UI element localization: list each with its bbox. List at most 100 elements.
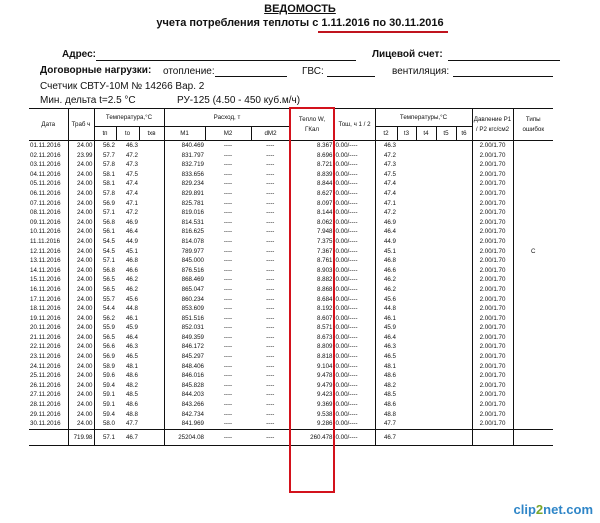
cell-date: 22.11.2016 <box>29 342 69 353</box>
header-error-types: Типы ошибок <box>513 108 553 141</box>
cell-t4 <box>416 342 436 352</box>
cell-txv <box>139 246 165 257</box>
cell-errors <box>513 151 553 161</box>
cell-txv <box>139 188 165 199</box>
cell-txv <box>139 342 165 353</box>
total-t4 <box>416 428 436 446</box>
cell-t2: 45.1 <box>383 247 396 255</box>
cell-t5 <box>436 247 456 257</box>
cell-t4 <box>416 237 436 247</box>
cell-txv <box>139 304 165 314</box>
cell-errors: С <box>531 247 536 255</box>
cell-t5 <box>436 381 456 391</box>
cell-date: 19.11.2016 <box>29 313 69 324</box>
cell-m2: ---- <box>223 353 233 361</box>
cell-t4 <box>416 227 436 237</box>
ventilation-field-line <box>453 76 553 77</box>
cell-t2: 47.2 <box>383 151 396 159</box>
cell-pressure: 2.00/1.70 <box>472 236 514 247</box>
cell-t4 <box>416 179 436 189</box>
cell-t5 <box>436 342 456 352</box>
cell-tosh: 0.00/---- <box>334 409 376 420</box>
cell-t2: 46.4 <box>383 228 396 236</box>
cell-t6 <box>456 227 473 237</box>
cell-t4 <box>416 285 436 295</box>
cell-tosh: 0.00/---- <box>334 169 376 180</box>
total-tp: 57.1 <box>94 428 116 446</box>
cell-t4 <box>416 295 436 305</box>
header-pressure: Давление P1 / P2 кгс/см2 <box>472 108 514 141</box>
cell-dm2: ---- <box>251 361 291 372</box>
contract-loads-label: Договорные нагрузки: <box>40 65 152 76</box>
cell-t2: 47.7 <box>383 420 396 428</box>
header-dm2: dM2 <box>251 126 291 141</box>
cell-t6 <box>456 400 473 410</box>
cell-m1: 845.297 <box>181 353 204 361</box>
account-field-line <box>448 60 560 61</box>
cell-errors <box>513 227 553 237</box>
cell-tosh: 0.00/---- <box>334 390 376 401</box>
cell-pressure: 2.00/1.70 <box>472 304 514 314</box>
cell-t3 <box>397 151 416 161</box>
cell-tosh: 0.00/---- <box>334 352 376 362</box>
cell-m2: ---- <box>223 276 233 284</box>
cell-trab: 24.00 <box>68 371 95 381</box>
cell-pressure: 2.00/1.70 <box>472 227 514 237</box>
header-t5: t5 <box>436 126 457 141</box>
cell-pressure: 2.00/1.70 <box>472 323 514 333</box>
cell-to: 48.6 <box>125 372 138 380</box>
cell-t3 <box>397 208 416 218</box>
cell-t3 <box>397 381 416 391</box>
cell-m2: ---- <box>223 305 233 313</box>
cell-m2: ---- <box>223 142 233 149</box>
cell-trab: 24.00 <box>68 256 95 266</box>
cell-date: 04.11.2016 <box>29 169 69 180</box>
cell-m2: ---- <box>223 410 233 418</box>
cell-m2: ---- <box>223 285 233 293</box>
cell-t6 <box>456 236 473 247</box>
cell-errors <box>513 400 553 410</box>
cell-errors <box>513 342 553 352</box>
cell-tp: 56.5 <box>102 285 115 293</box>
cell-t3 <box>397 237 416 247</box>
cell-txv <box>139 179 165 189</box>
cell-pressure: 2.00/1.70 <box>472 361 514 372</box>
header-tp: tп <box>94 126 117 141</box>
cell-t4 <box>416 218 436 228</box>
cell-date: 05.11.2016 <box>29 179 69 189</box>
cell-trab: 24.00 <box>68 284 95 295</box>
cell-t4 <box>416 352 436 362</box>
cell-errors <box>513 237 553 247</box>
cell-t2: 47.4 <box>383 189 396 197</box>
cell-m1: 844.203 <box>181 391 204 399</box>
cell-dm2: ---- <box>251 217 291 228</box>
cell-dm2: ---- <box>251 265 291 276</box>
cell-to: 47.4 <box>125 180 138 188</box>
cell-trab: 24.00 <box>68 265 95 276</box>
total-m1: 25204.08 <box>164 428 205 446</box>
cell-txv <box>139 371 165 381</box>
cell-to: 48.2 <box>125 381 138 389</box>
cell-dm2: ---- <box>251 342 291 353</box>
cell-to: 47.2 <box>125 209 138 217</box>
cell-pressure: 2.00/1.70 <box>472 265 514 276</box>
cell-m2: ---- <box>223 381 233 389</box>
cell-pressure: 2.00/1.70 <box>472 198 514 209</box>
cell-m2: ---- <box>223 199 233 207</box>
cell-to: 47.4 <box>125 189 138 197</box>
cell-date: 13.11.2016 <box>29 256 69 266</box>
cell-tosh: 0.00/---- <box>334 256 376 266</box>
cell-date: 10.11.2016 <box>29 227 69 237</box>
cell-pressure: 2.00/1.70 <box>472 179 514 189</box>
cell-t2: 44.8 <box>383 305 396 313</box>
cell-trab: 24.00 <box>68 400 95 410</box>
cell-m2: ---- <box>223 170 233 178</box>
cell-errors <box>513 352 553 362</box>
cell-t3 <box>397 295 416 305</box>
cell-tp: 56.2 <box>102 314 115 322</box>
cell-t6 <box>456 284 473 295</box>
cell-m2: ---- <box>223 228 233 236</box>
cell-m1: 789.977 <box>181 247 204 255</box>
cell-m1: 825.781 <box>181 199 204 207</box>
cell-t5 <box>436 362 456 372</box>
